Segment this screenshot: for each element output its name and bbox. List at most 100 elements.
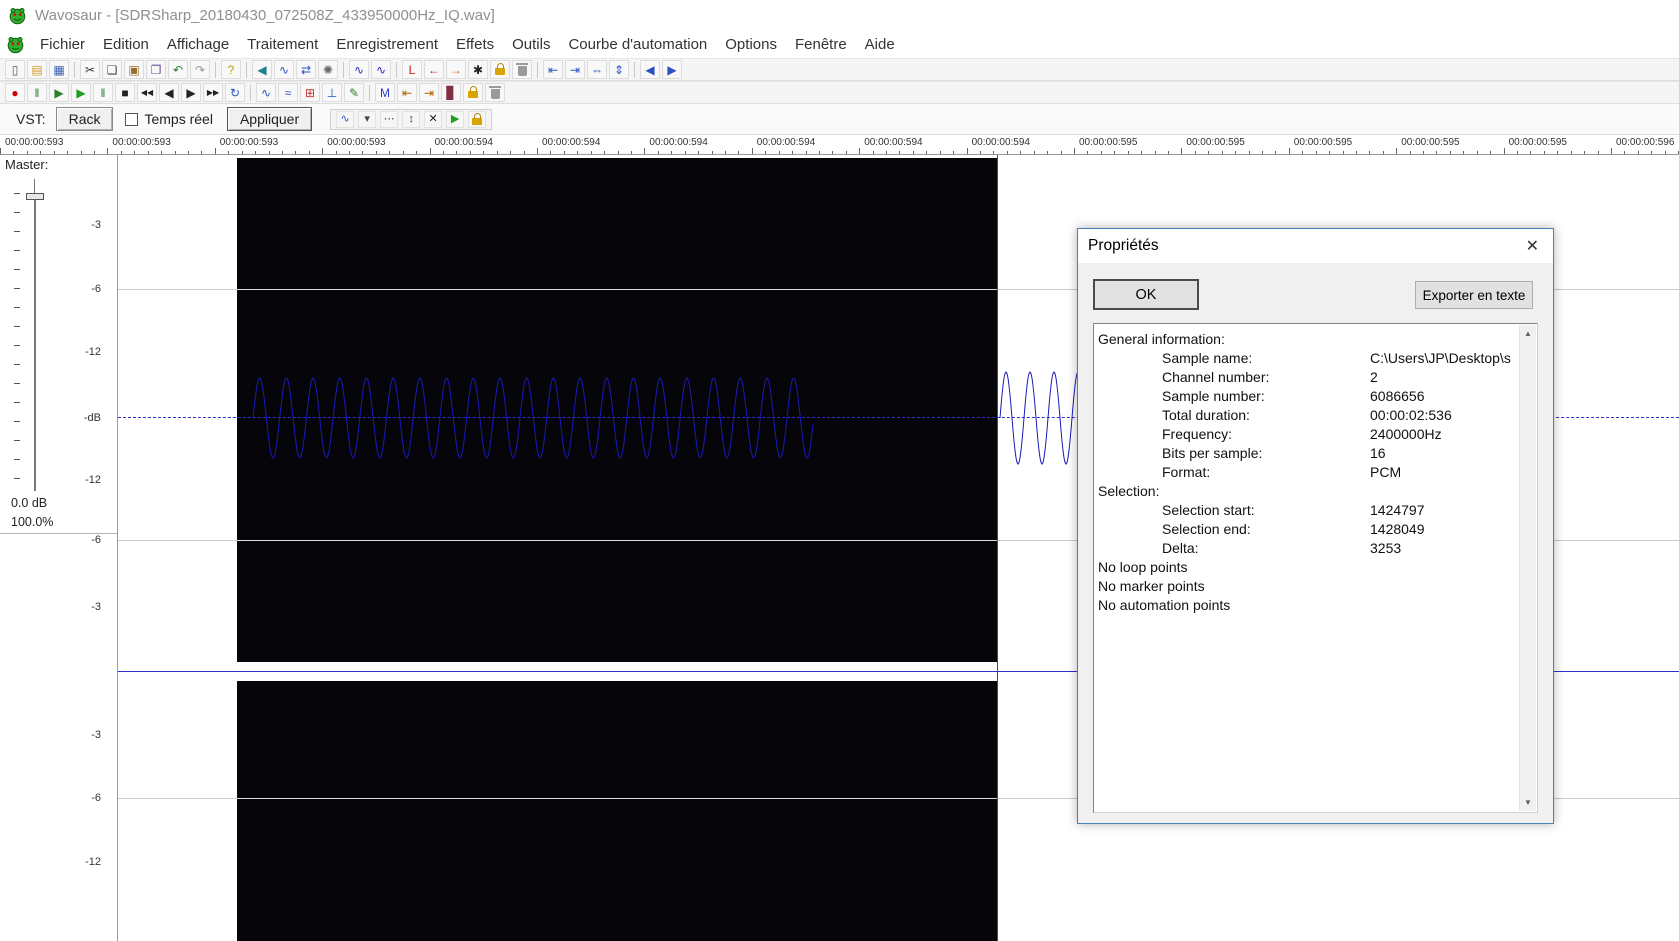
pause-button[interactable]: ‖ xyxy=(27,83,47,102)
stop-button[interactable]: ■ xyxy=(115,83,135,102)
automation-mini-toolbar: ∿ ▾ ⋯ ↕ ✕ ▶ xyxy=(330,108,493,130)
tick-mark xyxy=(429,148,431,154)
menu-affichage[interactable]: Affichage xyxy=(158,33,238,56)
play-button[interactable]: ▶ xyxy=(71,83,91,102)
rewind-button[interactable]: ◀ xyxy=(159,83,179,102)
prev-view-button[interactable]: ◀ xyxy=(640,60,660,79)
menu-edition[interactable]: Edition xyxy=(94,33,158,56)
rack-button[interactable]: Rack xyxy=(55,107,114,131)
realtime-checkbox-row[interactable]: Temps réel xyxy=(125,111,213,127)
wavosaur-document-icon[interactable] xyxy=(6,35,25,54)
wave-tool-2-button[interactable]: ∿ xyxy=(371,60,391,79)
menu-effets[interactable]: Effets xyxy=(447,33,503,56)
open-file-button[interactable]: ▤ xyxy=(27,60,47,79)
snap-button[interactable]: ✱ xyxy=(468,60,488,79)
property-label: Selection: xyxy=(1098,482,1160,499)
settings-button[interactable]: ✺ xyxy=(318,60,338,79)
master-slider-handle[interactable] xyxy=(26,193,44,200)
toolbar-group: ? xyxy=(220,60,242,79)
marker-l-button[interactable]: L xyxy=(402,60,422,79)
delete-markers-button[interactable] xyxy=(512,60,532,79)
delete-curve-button[interactable]: ✕ xyxy=(424,110,443,128)
menu-aide[interactable]: Aide xyxy=(856,33,904,56)
lock-markers-button[interactable] xyxy=(490,60,510,79)
zoom-sel-end-button[interactable]: ⇥ xyxy=(565,60,585,79)
new-file-button[interactable]: ▯ xyxy=(5,60,25,79)
master-slider-track[interactable] xyxy=(26,193,44,491)
menu-fichier[interactable]: Fichier xyxy=(31,33,94,56)
zoom-sel-start-button[interactable]: ⇤ xyxy=(543,60,563,79)
record-button[interactable]: ● xyxy=(5,83,25,102)
realtime-checkbox[interactable] xyxy=(125,112,139,126)
redo-button[interactable]: ↷ xyxy=(190,60,210,79)
paste-button[interactable]: ▣ xyxy=(124,60,144,79)
play-from-cursor-button[interactable]: ▶ xyxy=(49,83,69,102)
copy-button[interactable]: ❏ xyxy=(102,60,122,79)
tick-mark xyxy=(657,151,659,154)
dialog-title-bar[interactable]: Propriétés ✕ xyxy=(1078,229,1553,263)
wave-loop-button[interactable]: ∿ xyxy=(274,60,294,79)
mute-button[interactable]: ◀ xyxy=(252,60,272,79)
grid-button[interactable]: ⊞ xyxy=(300,83,320,102)
next-view-button[interactable]: ▶ xyxy=(662,60,682,79)
pause-alt-button[interactable]: ‖ xyxy=(93,83,113,102)
fit-vertical-button[interactable]: ↕ xyxy=(402,110,421,128)
loop-playback-button[interactable]: ↻ xyxy=(225,83,245,102)
statistics-button[interactable]: ⊥ xyxy=(322,83,342,102)
forward-button[interactable]: ▶ xyxy=(181,83,201,102)
menu-fen-tre[interactable]: Fenêtre xyxy=(786,33,856,56)
trash-icon xyxy=(489,86,501,99)
toolbar-separator xyxy=(634,61,635,78)
cut-button[interactable]: ✂ xyxy=(80,60,100,79)
shift-left-button[interactable]: ⇤ xyxy=(397,83,417,102)
apply-button[interactable]: Appliquer xyxy=(226,107,313,131)
menu-traitement[interactable]: Traitement xyxy=(238,33,327,56)
delete-edit-button[interactable] xyxy=(485,83,505,102)
tick-mark xyxy=(416,151,418,154)
spectrum-button[interactable]: ≈ xyxy=(278,83,298,102)
curve-points-button[interactable]: ⋯ xyxy=(380,110,399,128)
export-text-button[interactable]: Exporter en texte xyxy=(1415,281,1533,309)
toolbar-separator xyxy=(215,61,216,78)
lock-icon xyxy=(472,112,483,125)
scroll-up-icon[interactable]: ▲ xyxy=(1524,329,1532,338)
marker-right-button[interactable]: → xyxy=(446,60,466,79)
zoom-horizontal-button[interactable]: ⇔ xyxy=(587,60,607,79)
ok-button[interactable]: OK xyxy=(1093,279,1199,310)
shift-right-button[interactable]: ⇥ xyxy=(419,83,439,102)
help-button[interactable]: ? xyxy=(221,60,241,79)
scroll-down-icon[interactable]: ▼ xyxy=(1524,798,1532,807)
go-end-button[interactable]: ▶▶ xyxy=(203,83,223,102)
master-tick xyxy=(14,345,20,346)
curve-dropdown[interactable]: ▾ xyxy=(358,110,377,128)
swap-channels-button[interactable]: ⇄ xyxy=(296,60,316,79)
draw-wave-button[interactable]: ✎ xyxy=(344,83,364,102)
property-row: No automation points xyxy=(1098,595,1517,614)
undo-button[interactable]: ↶ xyxy=(168,60,188,79)
tick-mark xyxy=(174,151,176,154)
tick-mark xyxy=(563,151,565,154)
timeline-label: 00:00:00:594 xyxy=(434,137,493,148)
zoom-vertical-button[interactable]: ⇕ xyxy=(609,60,629,79)
dialog-scrollbar[interactable]: ▲ ▼ xyxy=(1519,325,1536,811)
timeline-ruler[interactable]: 00:00:00:593 00:00:00:593 00:00:00:593 00:0… xyxy=(0,135,1679,155)
menu-enregistrement[interactable]: Enregistrement xyxy=(327,33,447,56)
wave-tool-1-button[interactable]: ∿ xyxy=(349,60,369,79)
go-start-button[interactable]: ◀◀ xyxy=(137,83,157,102)
menu-courbe-d-automation[interactable]: Courbe d'automation xyxy=(559,33,716,56)
process-vst-button[interactable]: ▶ xyxy=(446,110,465,128)
lock-edit-button[interactable] xyxy=(463,83,483,102)
menu-outils[interactable]: Outils xyxy=(503,33,559,56)
play-selection-button[interactable]: ∿ xyxy=(256,83,276,102)
block-color-button[interactable]: ▊ xyxy=(441,83,461,102)
menu-options[interactable]: Options xyxy=(716,33,786,56)
marker-m-button[interactable]: M xyxy=(375,83,395,102)
close-icon[interactable]: ✕ xyxy=(1526,236,1539,256)
menu-bar: Fichier Edition Affichage Traitement Enregis… xyxy=(0,30,1679,58)
automation-curve-button[interactable]: ∿ xyxy=(336,110,355,128)
save-button[interactable]: ▦ xyxy=(49,60,69,79)
marker-left-button[interactable]: ← xyxy=(424,60,444,79)
lock-vst-button[interactable] xyxy=(468,110,487,128)
timeline-label: 00:00:00:594 xyxy=(542,137,601,148)
paste-special-button[interactable]: ❐ xyxy=(146,60,166,79)
